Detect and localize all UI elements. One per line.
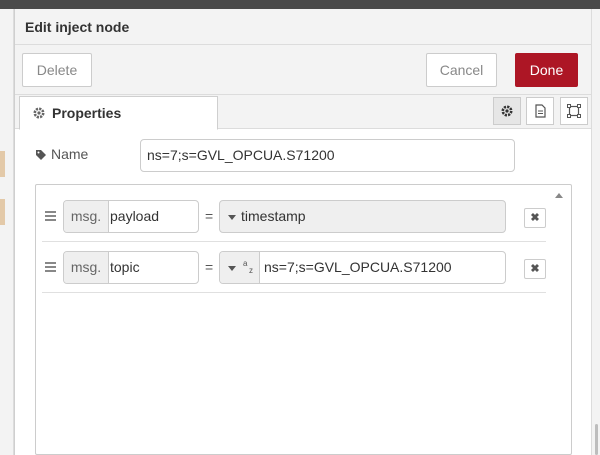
description-tab-button[interactable]: [526, 97, 554, 125]
workspace-node-edge: [0, 151, 5, 177]
scroll-up-arrow[interactable]: [555, 193, 563, 198]
gear-icon: [501, 105, 513, 117]
svg-text:a: a: [243, 259, 248, 268]
cancel-button[interactable]: Cancel: [426, 53, 497, 87]
property-field[interactable]: msg. topic: [63, 251, 199, 284]
tray-toolbar: Delete Cancel Done: [15, 45, 592, 95]
property-name: topic: [110, 259, 140, 275]
workspace-node-edge: [0, 199, 5, 225]
tray-title: Edit inject node: [25, 19, 130, 35]
drag-handle-icon[interactable]: [45, 211, 56, 222]
svg-text:z: z: [249, 266, 253, 275]
tray-header: Edit inject node: [15, 9, 592, 45]
workspace-edge: [0, 9, 14, 455]
msg-prefix: msg.: [64, 252, 109, 283]
done-button[interactable]: Done: [515, 53, 578, 87]
divider: [259, 252, 260, 283]
property-field[interactable]: msg. payload: [63, 200, 199, 233]
value-text: timestamp: [241, 208, 306, 224]
equals-sign: =: [205, 208, 214, 224]
top-bar: [0, 0, 600, 9]
type-selector[interactable]: a z: [220, 252, 259, 283]
name-input[interactable]: ns=7;s=GVL_OPCUA.S71200: [140, 139, 515, 172]
property-row: msg. payload = timestamp ✖: [42, 191, 546, 242]
remove-row-button[interactable]: ✖: [524, 259, 546, 279]
tab-properties[interactable]: Properties: [19, 96, 218, 130]
value-input[interactable]: a z ns=7;s=GVL_OPCUA.S71200: [219, 251, 506, 284]
appearance-tab-button[interactable]: [560, 97, 588, 125]
gear-icon: [33, 107, 45, 119]
tab-label: Properties: [52, 105, 122, 121]
name-label-text: Name: [51, 146, 89, 162]
tag-icon: [36, 150, 46, 160]
appearance-icon: [567, 104, 581, 118]
equals-sign: =: [205, 259, 214, 275]
value-text: ns=7;s=GVL_OPCUA.S71200: [264, 259, 452, 275]
property-row: msg. topic = a z ns=7;s=GVL_OPCUA.S71200…: [42, 242, 546, 293]
property-list[interactable]: msg. payload = timestamp ✖ msg. topic =: [35, 184, 572, 455]
drag-handle-icon[interactable]: [45, 262, 56, 273]
chevron-down-icon: [228, 266, 236, 271]
remove-row-button[interactable]: ✖: [524, 208, 546, 228]
scrollbar-track: [591, 9, 600, 455]
value-type-select[interactable]: timestamp: [219, 200, 506, 233]
scrollbar-thumb[interactable]: [595, 424, 598, 455]
msg-prefix: msg.: [64, 201, 109, 232]
name-label: Name: [35, 146, 88, 162]
settings-tab-button[interactable]: [493, 97, 521, 125]
string-type-icon: a z: [243, 259, 253, 275]
document-icon: [535, 104, 546, 118]
edit-tray: Edit inject node Delete Cancel Done Prop…: [14, 9, 592, 455]
tab-bar: Properties: [15, 95, 592, 130]
delete-button[interactable]: Delete: [22, 53, 92, 87]
property-name: payload: [110, 208, 160, 224]
chevron-down-icon: [228, 215, 236, 220]
